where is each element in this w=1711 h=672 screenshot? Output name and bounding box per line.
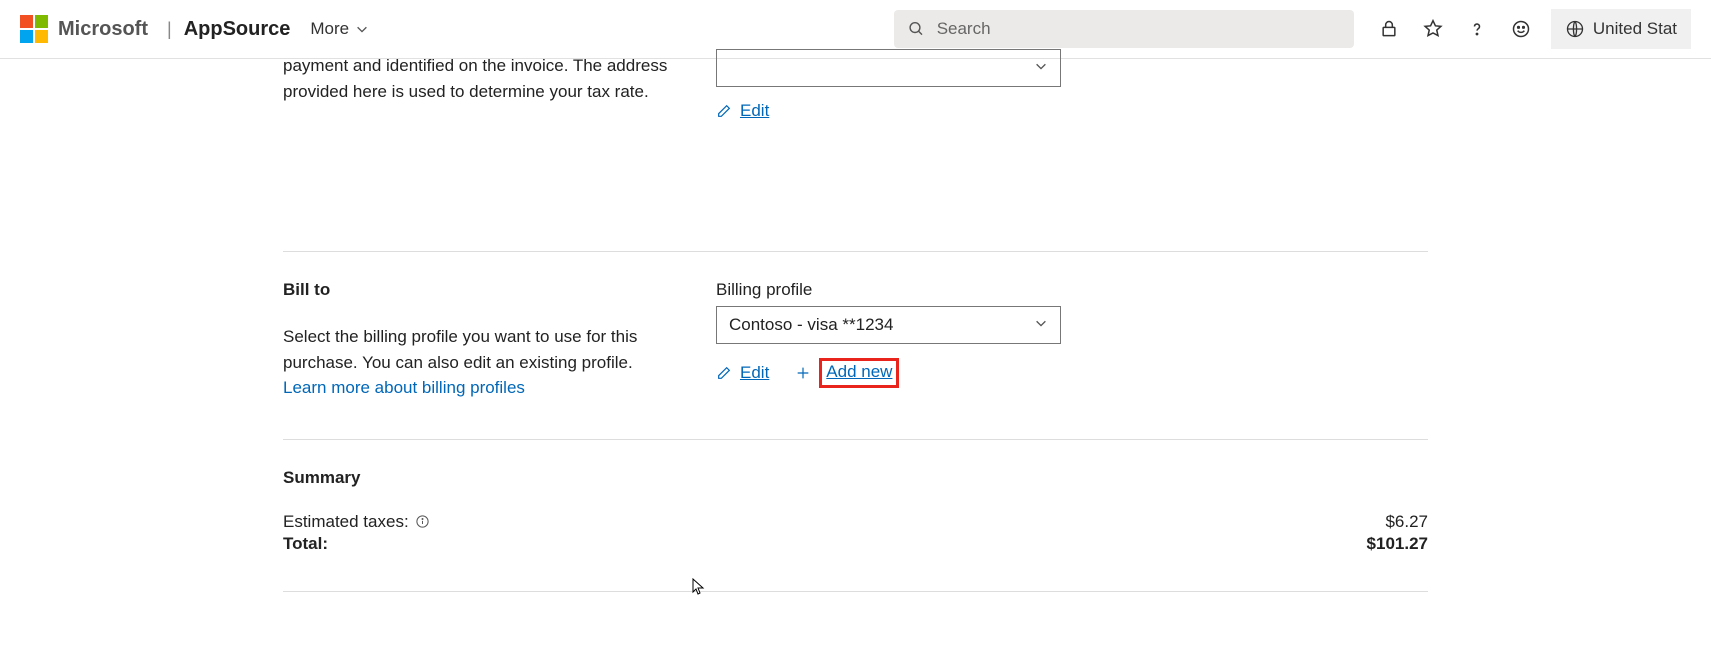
lock-icon[interactable] xyxy=(1379,19,1399,39)
microsoft-label: Microsoft xyxy=(58,18,148,41)
summary-value: $6.27 xyxy=(1328,512,1428,532)
summary-label: Total: xyxy=(283,534,328,554)
smile-icon[interactable] xyxy=(1511,19,1531,39)
region-label: United Stat xyxy=(1593,19,1677,39)
chevron-down-icon xyxy=(1034,315,1048,335)
header-divider: | xyxy=(167,19,172,40)
search-icon xyxy=(908,20,925,38)
chevron-down-icon xyxy=(355,22,369,36)
summary-row-total: Total: $101.27 xyxy=(283,534,1428,554)
add-new-label: Add new xyxy=(826,362,892,381)
sold-to-description: payment and identified on the invoice. T… xyxy=(283,53,676,104)
summary-label: Estimated taxes: xyxy=(283,512,409,532)
checkout-content: payment and identified on the invoice. T… xyxy=(0,59,1711,592)
globe-icon xyxy=(1565,19,1585,39)
add-new-highlight: Add new xyxy=(819,358,899,388)
header-icon-group xyxy=(1379,19,1531,39)
edit-icon xyxy=(716,365,732,381)
more-label: More xyxy=(310,19,349,39)
summary-value: $101.27 xyxy=(1328,534,1428,554)
search-input[interactable] xyxy=(937,19,1340,39)
edit-label: Edit xyxy=(740,363,769,383)
bill-to-description: Select the billing profile you want to u… xyxy=(283,324,676,401)
microsoft-logo-link[interactable]: Microsoft xyxy=(20,15,148,43)
region-button[interactable]: United Stat xyxy=(1551,9,1691,49)
summary-section: Summary Estimated taxes: $6.27 Total: $1… xyxy=(283,440,1428,592)
chevron-down-icon xyxy=(1034,58,1048,78)
edit-icon xyxy=(716,103,732,119)
help-icon[interactable] xyxy=(1467,19,1487,39)
summary-title: Summary xyxy=(283,468,1428,488)
sold-to-select[interactable] xyxy=(716,49,1061,87)
star-icon[interactable] xyxy=(1423,19,1443,39)
plus-icon xyxy=(795,365,811,381)
info-icon[interactable] xyxy=(415,514,430,529)
sold-to-edit-link[interactable]: Edit xyxy=(716,101,769,121)
more-button[interactable]: More xyxy=(310,19,369,39)
edit-label: Edit xyxy=(740,101,769,121)
summary-row-taxes: Estimated taxes: $6.27 xyxy=(283,512,1428,532)
billing-edit-link[interactable]: Edit xyxy=(716,363,769,383)
bill-to-section: Bill to Select the billing profile you w… xyxy=(283,252,1428,440)
billing-profile-value: Contoso - visa **1234 xyxy=(729,315,893,335)
microsoft-logo-icon xyxy=(20,15,48,43)
search-box[interactable] xyxy=(894,10,1354,48)
learn-more-link[interactable]: Learn more about billing profiles xyxy=(283,378,525,397)
billing-profile-label: Billing profile xyxy=(716,280,1428,300)
bill-to-title: Bill to xyxy=(283,280,676,300)
appsource-link[interactable]: AppSource xyxy=(184,18,291,41)
billing-profile-select[interactable]: Contoso - visa **1234 xyxy=(716,306,1061,344)
sold-to-section: payment and identified on the invoice. T… xyxy=(283,59,1428,252)
billing-add-new-link[interactable]: Add new xyxy=(795,358,899,388)
